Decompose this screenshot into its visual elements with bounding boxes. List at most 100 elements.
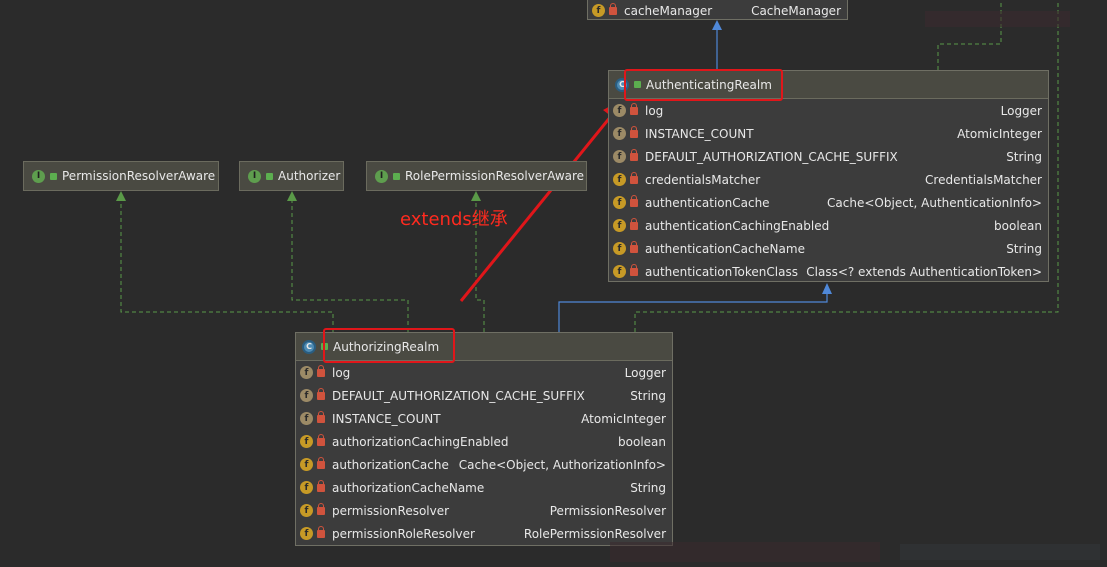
field-icon: f xyxy=(613,265,626,278)
field-row[interactable]: f permissionResolver PermissionResolver xyxy=(296,499,672,522)
implements-line-permission-resolver-aware xyxy=(116,191,334,332)
field-name: authenticationCache xyxy=(645,195,770,210)
lock-icon xyxy=(630,125,638,138)
field-row[interactable]: f credentialsMatcher CredentialsMatcher xyxy=(609,168,1048,191)
field-row[interactable]: f INSTANCE_COUNT AtomicInteger xyxy=(296,407,672,430)
field-name: log xyxy=(645,103,664,118)
field-type: AtomicInteger xyxy=(581,411,666,426)
field-icon: f xyxy=(613,242,626,255)
lock-icon xyxy=(609,2,617,15)
field-type: CredentialsMatcher xyxy=(925,172,1042,187)
lock-icon xyxy=(317,433,325,446)
highlight-authorizing-realm xyxy=(323,328,455,363)
class-box-authorizing-realm[interactable]: C AuthorizingRealm f log Logger f DEFAULT_AU… xyxy=(295,332,673,546)
field-icon: f xyxy=(300,366,313,379)
field-row[interactable]: f log Logger xyxy=(296,361,672,384)
field-type: String xyxy=(1006,149,1042,164)
field-icon: f xyxy=(300,435,313,448)
annotation-arrow xyxy=(459,97,627,302)
field-name: authenticationTokenClass xyxy=(645,264,798,279)
interface-authorizer[interactable]: I Authorizer xyxy=(239,161,344,191)
highlight-authenticating-realm xyxy=(624,69,783,101)
interface-label: RolePermissionResolverAware xyxy=(405,169,585,183)
field-type: CacheManager xyxy=(751,3,841,18)
field-row[interactable]: f DEFAULT_AUTHORIZATION_CACHE_SUFFIX Strin… xyxy=(609,145,1048,168)
field-name: log xyxy=(332,365,351,380)
field-type: Cache<Object, AuthorizationInfo> xyxy=(458,457,666,472)
field-type: String xyxy=(630,388,666,403)
field-name: INSTANCE_COUNT xyxy=(645,126,754,141)
watermark-decoration xyxy=(925,11,1070,27)
cache-manager-box: f cacheManager CacheManager xyxy=(587,0,848,20)
field-type: String xyxy=(630,480,666,495)
field-type: AtomicInteger xyxy=(957,126,1042,141)
field-row[interactable]: f INSTANCE_COUNT AtomicInteger xyxy=(609,122,1048,145)
field-icon: f xyxy=(592,4,605,17)
field-row[interactable]: f authorizationCache Cache<Object, Authori… xyxy=(296,453,672,476)
lock-icon xyxy=(317,479,325,492)
field-type: Logger xyxy=(624,365,666,380)
field-row[interactable]: f authenticationTokenClass Class<? extends… xyxy=(609,260,1048,283)
lock-icon xyxy=(630,217,638,230)
field-row[interactable]: f log Logger xyxy=(609,99,1048,122)
field-type: Logger xyxy=(1000,103,1042,118)
field-name: permissionResolver xyxy=(332,503,450,518)
field-row[interactable]: f authorizationCachingEnabled boolean xyxy=(296,430,672,453)
lock-icon xyxy=(317,410,325,423)
interface-icon: I xyxy=(32,169,45,183)
lock-icon xyxy=(317,387,325,400)
field-row[interactable]: f authenticationCacheName String xyxy=(609,237,1048,260)
field-icon: f xyxy=(300,527,313,540)
interface-icon: I xyxy=(375,169,388,183)
field-icon: f xyxy=(300,504,313,517)
watermark-decoration-bottom xyxy=(610,542,1100,562)
field-icon: f xyxy=(613,104,626,117)
inherit-arrow-authorizing-to-authenticating xyxy=(558,283,832,332)
field-type: Cache<Object, AuthenticationInfo> xyxy=(827,195,1042,210)
field-icon: f xyxy=(613,127,626,140)
field-name: cacheManager xyxy=(624,3,713,18)
field-type: boolean xyxy=(994,218,1042,233)
field-icon: f xyxy=(300,412,313,425)
lock-icon xyxy=(317,502,325,515)
field-name: authorizationCachingEnabled xyxy=(332,434,509,449)
lock-icon xyxy=(317,525,325,538)
field-row[interactable]: f authorizationCacheName String xyxy=(296,476,672,499)
interface-icon: I xyxy=(248,169,261,183)
field-icon: f xyxy=(613,196,626,209)
inherit-arrow-top xyxy=(712,20,722,70)
extends-annotation: extends继承 xyxy=(400,209,508,230)
field-icon: f xyxy=(300,389,313,402)
field-type: Class<? extends AuthenticationToken> xyxy=(806,264,1042,279)
lock-icon xyxy=(317,364,325,377)
public-icon xyxy=(50,172,57,180)
field-type: String xyxy=(1006,241,1042,256)
public-icon xyxy=(266,172,273,180)
public-icon xyxy=(393,172,400,180)
field-row[interactable]: f authenticationCache Cache<Object, Authen… xyxy=(609,191,1048,214)
field-name: DEFAULT_AUTHORIZATION_CACHE_SUFFIX xyxy=(332,388,585,403)
field-icon: f xyxy=(613,150,626,163)
field-icon: f xyxy=(613,173,626,186)
field-name: permissionRoleResolver xyxy=(332,526,475,541)
interface-permission-resolver-aware[interactable]: I PermissionResolverAware xyxy=(23,161,219,191)
implements-line-right xyxy=(634,311,1048,332)
field-icon: f xyxy=(613,219,626,232)
field-name: authorizationCacheName xyxy=(332,480,485,495)
interface-role-permission-resolver-aware[interactable]: I RolePermissionResolverAware xyxy=(366,161,587,191)
lock-icon xyxy=(630,102,638,115)
field-name: authenticationCacheName xyxy=(645,241,805,256)
field-row[interactable]: f authenticationCachingEnabled boolean xyxy=(609,214,1048,237)
field-type: boolean xyxy=(618,434,666,449)
interface-label: Authorizer xyxy=(278,169,341,183)
class-box-authenticating-realm[interactable]: C AuthenticatingRealm f log Logger f INSTANC… xyxy=(608,70,1049,282)
lock-icon xyxy=(630,171,638,184)
field-name: DEFAULT_AUTHORIZATION_CACHE_SUFFIX xyxy=(645,149,898,164)
field-list: f log Logger f INSTANCE_COUNT AtomicInteger f D… xyxy=(609,99,1048,283)
lock-icon xyxy=(630,148,638,161)
lock-icon xyxy=(630,263,638,276)
field-row[interactable]: f DEFAULT_AUTHORIZATION_CACHE_SUFFIX Strin… xyxy=(296,384,672,407)
field-icon: f xyxy=(300,481,313,494)
field-name: authenticationCachingEnabled xyxy=(645,218,830,233)
field-icon: f xyxy=(300,458,313,471)
